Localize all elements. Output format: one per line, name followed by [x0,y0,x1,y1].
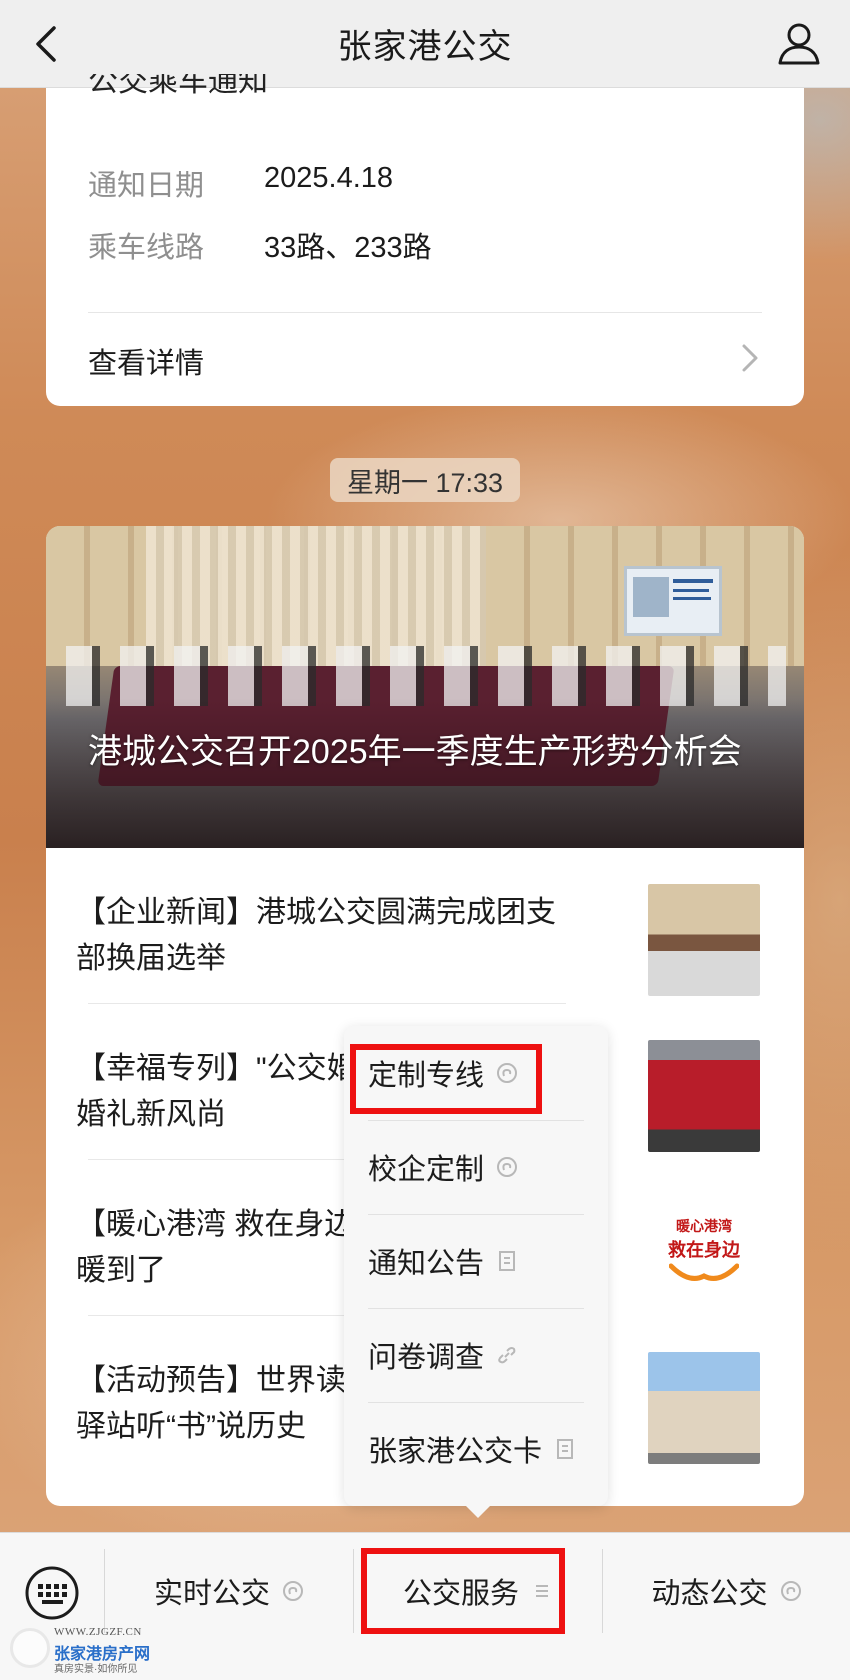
menu-item-label: 问卷调查 [368,1342,485,1374]
article-title-line-2: 婚礼新风尚 [76,1098,226,1131]
article-title-line-1: 【幸福专列】"公交婚 [76,1052,357,1085]
watermark-slogan: 真房实景·如你所见 [54,1664,138,1675]
article-title-line-2: 暖到了 [76,1254,166,1287]
link-icon [498,1347,516,1364]
document-icon [557,1439,574,1459]
article-title-line-1: 【活动预告】世界读 [76,1364,346,1397]
menu-icon [536,1585,548,1597]
menu-item-label: 张家港公交卡 [368,1436,543,1468]
menu-item-notices[interactable]: 通知公告 [368,1214,584,1308]
article-thumbnail [648,1352,760,1464]
field-value: 33路、233路 [264,232,432,264]
article-title-line-2: 驿站听“书”说历史 [76,1410,306,1443]
site-watermark: WWW.ZJGZF.CN 张家港房产网 真房实景·如你所见 [4,1620,174,1678]
tab-bus-services[interactable]: 公交服务 [354,1533,602,1649]
person-icon[interactable] [776,20,822,66]
article-title-line-1: 【暖心港湾 救在身边 [76,1208,355,1241]
hero-image-screen [624,566,722,636]
menu-item-school-enterprise[interactable]: 校企定制 [368,1120,584,1214]
article-title: 【企业新闻】港城公交圆满完成团支部换届选举 [76,896,556,975]
keyboard-icon[interactable] [24,1565,80,1621]
article-thumbnail [648,884,760,996]
thumb-logo-text-1: 暖心港湾 [676,1219,732,1235]
document-icon [499,1251,516,1271]
hero-caption: 港城公交召开2025年一季度生产形势分析会 [88,733,742,771]
list-item[interactable]: 【企业新闻】港城公交圆满完成团支部换届选举 [46,848,804,1004]
hero-image-attendees [66,646,786,706]
miniprogram-icon [497,1063,518,1083]
article-thumbnail: 暖心港湾 救在身边 [648,1196,760,1308]
miniprogram-icon [283,1581,303,1601]
view-details-link[interactable]: 查看详情 [88,340,204,382]
page-title: 张家港公交 [337,28,513,66]
menu-item-label: 定制专线 [368,1060,485,1092]
watermark-url: WWW.ZJGZF.CN [54,1626,142,1638]
tab-label: 实时公交 [153,1578,270,1610]
hands-icon [668,1263,740,1281]
field-value: 2025.4.18 [264,162,394,194]
notice-field-route: 乘车线路 33路、233路 [88,224,432,266]
menu-item-survey[interactable]: 问卷调查 [368,1308,584,1402]
menu-caret [466,1506,490,1518]
tab-label: 公交服务 [402,1578,519,1610]
chevron-left-icon[interactable] [28,22,68,66]
menu-item-custom-line[interactable]: 定制专线 [368,1026,584,1120]
field-label: 通知日期 [88,170,205,202]
hero-article[interactable]: 港城公交召开2025年一季度生产形势分析会 [46,526,804,848]
thumb-logo-text-2: 救在身边 [668,1240,740,1261]
watermark-logo [10,1628,50,1668]
projector-screen-graphic [633,577,713,617]
service-popup-menu: 定制专线 校企定制 通知公告 问卷调查 张家港公交卡 [344,1026,608,1518]
chevron-right-icon [742,344,758,372]
notice-card[interactable]: 公交乘车通知 通知日期 2025.4.18 乘车线路 33路、233路 查看详情 [46,74,804,406]
menu-item-bus-card[interactable]: 张家港公交卡 [368,1402,584,1496]
miniprogram-icon [780,1581,801,1601]
miniprogram-icon [497,1157,518,1177]
tab-dynamic-bus[interactable]: 动态公交 [603,1533,850,1649]
hero-image-curtain [146,526,486,666]
article-thumbnail [648,1040,760,1152]
menu-item-label: 校企定制 [368,1154,485,1186]
notice-title: 公交乘车通知 [88,74,268,98]
divider [88,312,762,313]
field-label: 乘车线路 [88,232,205,264]
message-timestamp: 星期一 17:33 [330,458,520,502]
notice-field-date: 通知日期 2025.4.18 [88,162,393,204]
menu-item-label: 通知公告 [368,1248,485,1280]
tab-label: 动态公交 [651,1578,768,1610]
